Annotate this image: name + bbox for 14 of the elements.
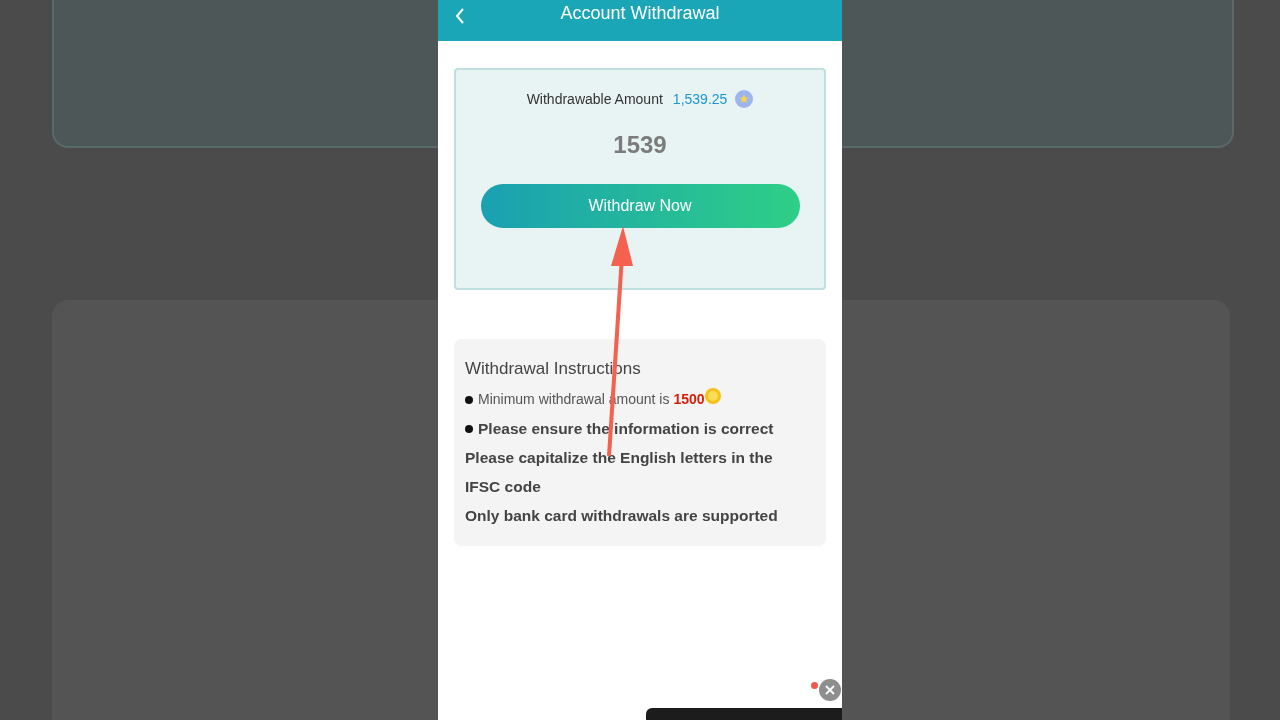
star-coin-icon	[735, 90, 754, 108]
withdrawable-label: Withdrawable Amount	[526, 91, 663, 107]
instruction-text: Please ensure the information is correct	[478, 419, 774, 439]
instruction-text: Only bank card withdrawals are supported	[465, 506, 778, 526]
withdraw-now-button[interactable]: Withdraw Now	[480, 184, 800, 228]
amount-input[interactable]: 1539	[578, 130, 702, 160]
close-icon[interactable]	[819, 679, 841, 701]
page-title: Account Withdrawal	[560, 3, 720, 24]
minimum-amount: 1500	[673, 390, 705, 409]
withdrawable-amount: 1,539.25	[672, 91, 728, 107]
notification-dot	[811, 682, 818, 689]
instruction-text: Please capitalize the English letters in the IFSC code	[465, 448, 774, 497]
coin-icon	[704, 387, 721, 404]
back-icon[interactable]	[455, 8, 465, 24]
